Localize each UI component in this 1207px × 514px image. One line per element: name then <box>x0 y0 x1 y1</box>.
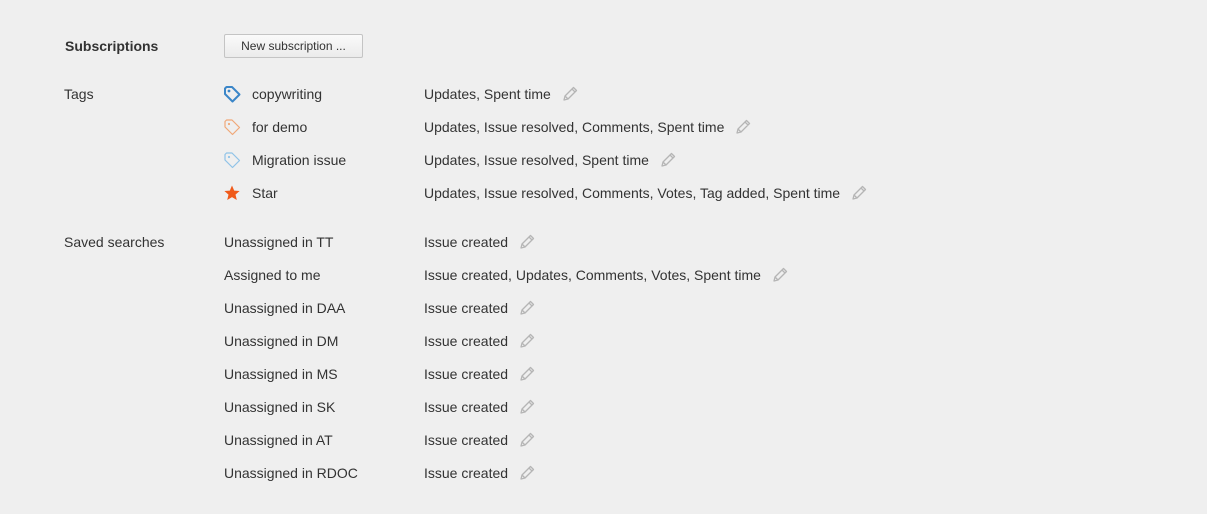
tag-row-for-demo: for demo Updates, Issue resolved, Commen… <box>0 118 1207 136</box>
tag-name[interactable]: for demo <box>252 118 307 136</box>
events-text: Issue created <box>424 432 509 448</box>
saved-search-name[interactable]: Unassigned in DAA <box>224 299 345 317</box>
events-text: Updates, Issue resolved, Comments, Votes… <box>424 185 841 201</box>
saved-search-name[interactable]: Unassigned in TT <box>224 233 333 251</box>
events-text: Issue created <box>424 366 509 382</box>
tag-icon <box>223 85 241 103</box>
subscription-events: Issue created <box>424 398 536 416</box>
events-text: Updates, Spent time <box>424 86 551 102</box>
saved-search-name[interactable]: Unassigned in MS <box>224 365 338 383</box>
subscription-events: Updates, Issue resolved, Comments, Spent… <box>424 118 752 136</box>
saved-search-row: Unassigned in TT Issue created <box>0 233 1207 251</box>
subscription-events: Updates, Issue resolved, Comments, Votes… <box>424 184 868 202</box>
subscription-events: Issue created <box>424 233 536 251</box>
saved-search-row: Unassigned in DAA Issue created <box>0 299 1207 317</box>
subscription-events: Issue created <box>424 332 536 350</box>
edit-pencil-icon[interactable] <box>518 464 536 482</box>
saved-search-name[interactable]: Unassigned in AT <box>224 431 333 449</box>
saved-search-name[interactable]: Assigned to me <box>224 266 321 284</box>
subscriptions-heading: Subscriptions <box>65 38 159 54</box>
events-text: Issue created <box>424 399 509 415</box>
tag-name[interactable]: Migration issue <box>252 151 346 169</box>
star-icon <box>223 184 241 202</box>
subscription-events: Updates, Spent time <box>424 85 579 103</box>
edit-pencil-icon[interactable] <box>518 299 536 317</box>
subscription-events: Issue created <box>424 431 536 449</box>
saved-search-row: Unassigned in DM Issue created <box>0 332 1207 350</box>
tag-row-migration-issue: Migration issue Updates, Issue resolved,… <box>0 151 1207 169</box>
edit-pencil-icon[interactable] <box>518 332 536 350</box>
edit-pencil-icon[interactable] <box>518 431 536 449</box>
edit-pencil-icon[interactable] <box>518 365 536 383</box>
events-text: Updates, Issue resolved, Comments, Spent… <box>424 119 725 135</box>
tag-name[interactable]: Star <box>252 184 278 202</box>
edit-pencil-icon[interactable] <box>561 85 579 103</box>
subscriptions-page: Subscriptions New subscription ... Tags … <box>0 0 1207 514</box>
events-text: Issue created <box>424 300 509 316</box>
subscription-events: Issue created <box>424 299 536 317</box>
tag-row-star: Star Updates, Issue resolved, Comments, … <box>0 184 1207 202</box>
saved-search-row: Unassigned in MS Issue created <box>0 365 1207 383</box>
events-text: Issue created <box>424 333 509 349</box>
subscription-events: Issue created <box>424 464 536 482</box>
events-text: Issue created, Updates, Comments, Votes,… <box>424 267 761 283</box>
saved-search-name[interactable]: Unassigned in RDOC <box>224 464 358 482</box>
saved-search-row: Unassigned in AT Issue created <box>0 431 1207 449</box>
saved-search-name[interactable]: Unassigned in SK <box>224 398 335 416</box>
events-text: Issue created <box>424 234 509 250</box>
subscription-events: Issue created, Updates, Comments, Votes,… <box>424 266 789 284</box>
edit-pencil-icon[interactable] <box>659 151 677 169</box>
subscription-events: Updates, Issue resolved, Spent time <box>424 151 677 169</box>
events-text: Updates, Issue resolved, Spent time <box>424 152 649 168</box>
subscription-events: Issue created <box>424 365 536 383</box>
edit-pencil-icon[interactable] <box>771 266 789 284</box>
edit-pencil-icon[interactable] <box>734 118 752 136</box>
saved-search-row: Unassigned in SK Issue created <box>0 398 1207 416</box>
tag-name[interactable]: copywriting <box>252 85 322 103</box>
saved-search-row: Unassigned in RDOC Issue created <box>0 464 1207 482</box>
tag-icon <box>223 118 241 136</box>
saved-search-row: Assigned to me Issue created, Updates, C… <box>0 266 1207 284</box>
edit-pencil-icon[interactable] <box>518 398 536 416</box>
tag-row-copywriting: copywriting Updates, Spent time <box>0 85 1207 103</box>
edit-pencil-icon[interactable] <box>850 184 868 202</box>
saved-search-name[interactable]: Unassigned in DM <box>224 332 338 350</box>
edit-pencil-icon[interactable] <box>518 233 536 251</box>
new-subscription-button[interactable]: New subscription ... <box>224 34 363 58</box>
events-text: Issue created <box>424 465 509 481</box>
tag-icon <box>223 151 241 169</box>
